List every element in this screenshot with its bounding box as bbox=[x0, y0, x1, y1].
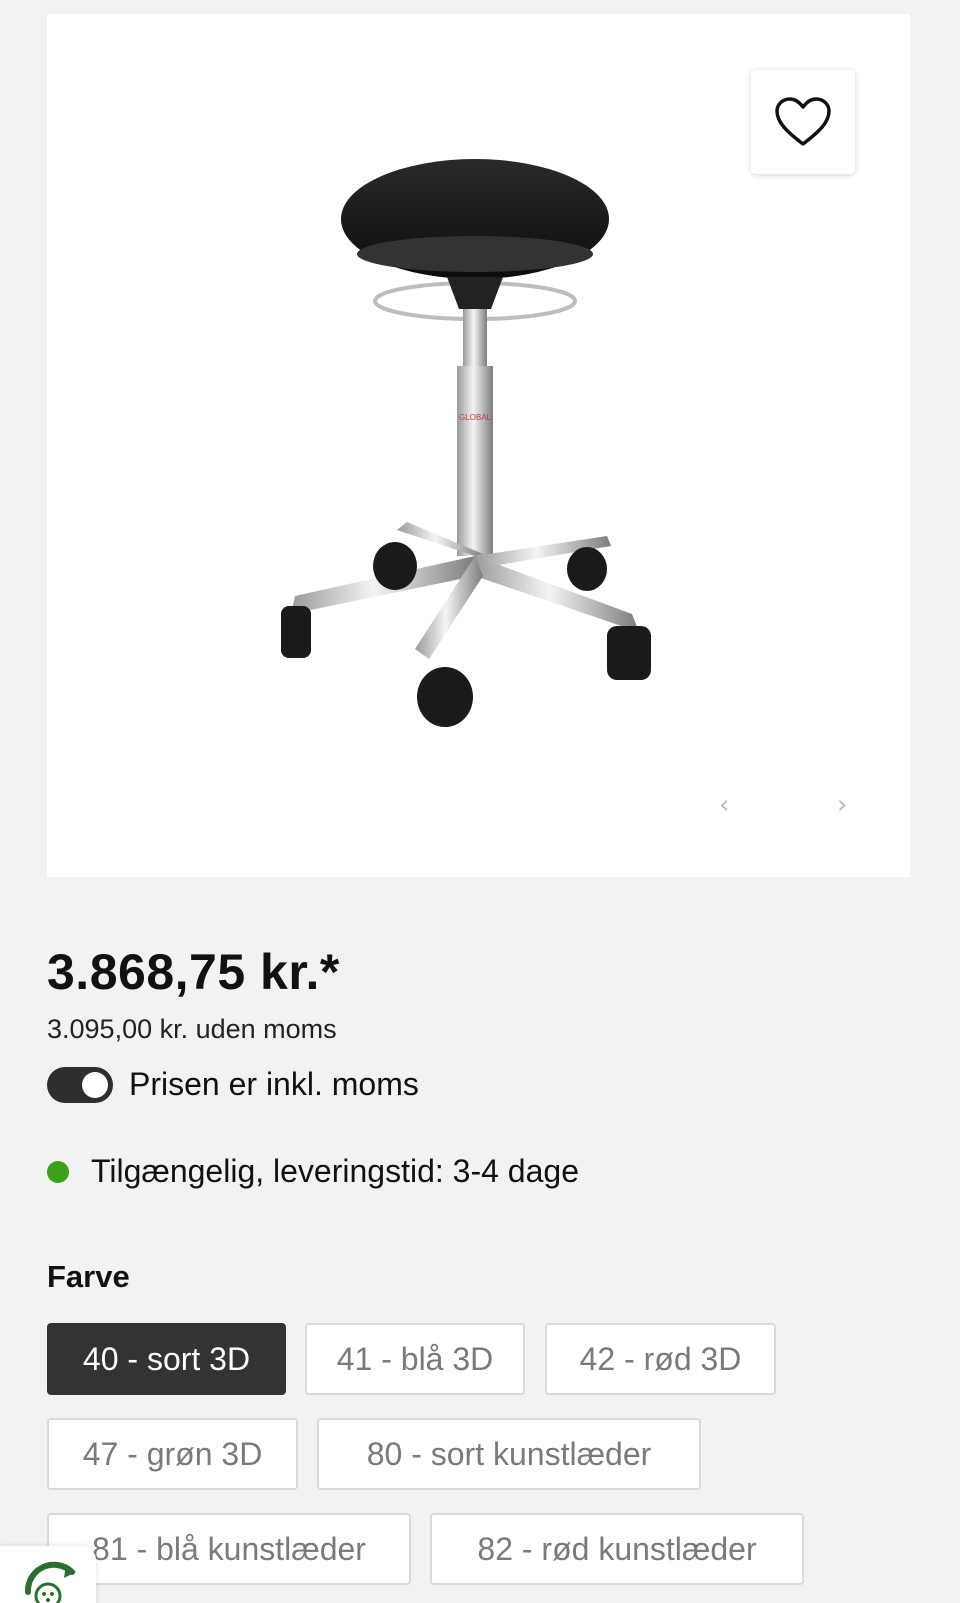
vat-toggle[interactable] bbox=[47, 1066, 113, 1103]
color-option-40[interactable]: 40 - sort 3D bbox=[47, 1323, 286, 1395]
color-option-47[interactable]: 47 - grøn 3D bbox=[47, 1418, 298, 1490]
stock-status-text: Tilgængelig, leveringstid: 3-4 dage bbox=[91, 1153, 579, 1189]
product-page: GLOBAL ‹ › 3.868,75 kr.* 3.095,00 kr. ud… bbox=[0, 0, 960, 1603]
product-price: 3.868,75 kr.* bbox=[47, 944, 340, 1000]
stock-status: Tilgængelig, leveringstid: 3-4 dage bbox=[47, 1153, 579, 1190]
wishlist-button[interactable] bbox=[751, 70, 855, 174]
color-option-42[interactable]: 42 - rød 3D bbox=[545, 1323, 776, 1395]
stock-status-dot-icon bbox=[47, 1160, 69, 1183]
color-heading: Farve bbox=[47, 1259, 130, 1294]
carousel-prev-button[interactable]: ‹ bbox=[719, 792, 729, 818]
heart-icon bbox=[775, 97, 831, 146]
product-image-gallery: GLOBAL ‹ › bbox=[47, 14, 910, 877]
toggle-knob bbox=[82, 1071, 108, 1098]
price-excluding-vat: 3.095,00 kr. uden moms bbox=[47, 1014, 337, 1044]
color-option-82[interactable]: 82 - rød kunstlæder bbox=[430, 1513, 804, 1585]
vat-toggle-row: Prisen er inkl. moms bbox=[47, 1066, 419, 1103]
color-option-81[interactable]: 81 - blå kunstlæder bbox=[47, 1513, 411, 1585]
chat-widget-icon bbox=[24, 1561, 76, 1603]
chat-widget-button[interactable] bbox=[0, 1546, 96, 1603]
color-option-80[interactable]: 80 - sort kunstlæder bbox=[317, 1418, 701, 1490]
color-option-41[interactable]: 41 - blå 3D bbox=[305, 1323, 525, 1395]
product-image[interactable]: GLOBAL bbox=[277, 144, 697, 764]
product-logo: GLOBAL bbox=[459, 413, 492, 422]
vat-toggle-label: Prisen er inkl. moms bbox=[129, 1066, 419, 1102]
carousel-next-button[interactable]: › bbox=[837, 792, 847, 818]
